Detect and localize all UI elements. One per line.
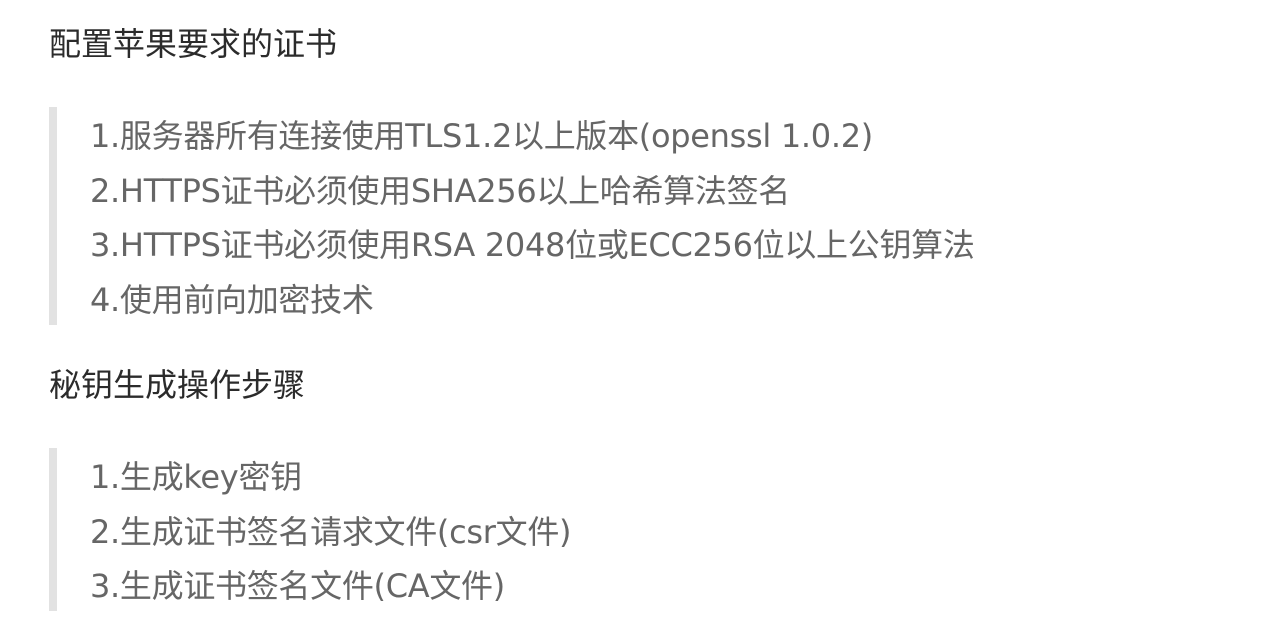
requirement-item: 3.HTTPS证书必须使用RSA 2048位或ECC256位以上公钥算法 [90,226,975,264]
step-item: 2.生成证书签名请求文件(csr文件) [90,512,572,551]
blockquote-key-generation-steps: 1.生成key密钥 2.生成证书签名请求文件(csr文件) 3.生成证书签名文件… [49,448,1199,611]
section-title-apple-certificate: 配置苹果要求的证书 [49,25,338,63]
blockquote-certificate-requirements: 1.服务器所有连接使用TLS1.2以上版本(openssl 1.0.2) 2.H… [49,107,1199,325]
step-item: 1.生成key密钥 [90,458,302,496]
section-title-key-generation-steps: 秘钥生成操作步骤 [49,366,306,404]
requirement-item: 4.使用前向加密技术 [90,280,374,319]
requirement-item: 2.HTTPS证书必须使用SHA256以上哈希算法签名 [90,171,790,210]
step-item: 3.生成证书签名文件(CA文件) [90,567,505,605]
requirement-item: 1.服务器所有连接使用TLS1.2以上版本(openssl 1.0.2) [90,117,873,155]
